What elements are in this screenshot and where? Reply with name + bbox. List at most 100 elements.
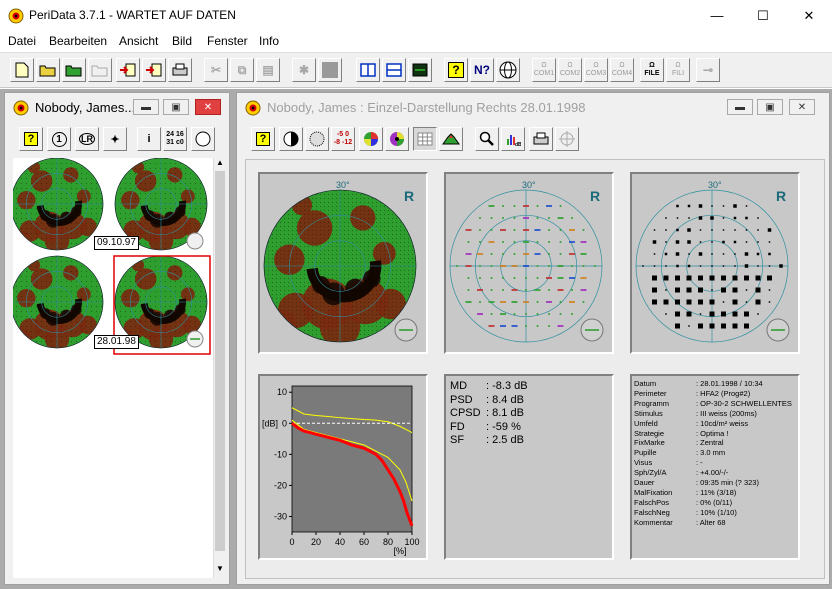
value-dot — [559, 301, 562, 303]
single-view-close-button[interactable]: ✕ — [789, 99, 815, 115]
probability-symbol — [711, 253, 713, 255]
key-icon[interactable]: ⊸ — [696, 58, 720, 82]
overview-maximize-button[interactable]: ▣ — [163, 99, 189, 115]
single-view-titlebar[interactable]: Nobody, James : Einzel-Darstellung Recht… — [237, 93, 829, 123]
cut-icon[interactable]: ✂ — [204, 58, 228, 82]
scrollbar[interactable]: ▲ ▼ — [213, 158, 225, 578]
hill-icon[interactable] — [439, 127, 463, 151]
help-icon[interactable]: ? — [444, 58, 468, 82]
tile-horizontal-icon[interactable] — [382, 58, 406, 82]
scroll-down-arrow-icon[interactable]: ▼ — [215, 564, 225, 576]
value-mark — [477, 313, 483, 315]
scrollbar-thumb[interactable] — [215, 171, 225, 551]
probability-symbol — [686, 275, 692, 281]
print-icon[interactable] — [529, 127, 553, 151]
com2-icon[interactable]: Ω COM2 — [558, 58, 582, 82]
menu-datei[interactable]: Datei — [8, 34, 36, 48]
probability-symbol — [732, 275, 738, 281]
field-values-plot — [449, 189, 604, 343]
menu-ansicht[interactable]: Ansicht — [119, 34, 158, 48]
menu-fenster[interactable]: Fenster — [207, 34, 248, 48]
probability-symbol — [722, 265, 725, 267]
numbers-icon[interactable]: 24 16 31 c0 — [163, 127, 187, 151]
new-file-icon[interactable] — [10, 58, 34, 82]
help-icon[interactable]: ? — [251, 127, 275, 151]
open-green-folder-icon[interactable] — [62, 58, 86, 82]
scroll-up-arrow-icon[interactable]: ▲ — [215, 158, 225, 170]
overview-minimize-button[interactable]: ▬ — [133, 99, 159, 115]
menu-info[interactable]: Info — [259, 34, 279, 48]
export-icon[interactable] — [142, 58, 166, 82]
zoom-icon[interactable] — [475, 127, 499, 151]
probability-symbol — [732, 287, 738, 293]
value-dot — [536, 301, 539, 303]
com3-icon[interactable]: Ω COM3 — [584, 58, 608, 82]
menu-bild[interactable]: Bild — [172, 34, 192, 48]
value-dot — [548, 229, 550, 231]
values-icon[interactable]: -5 0 -8 -12 — [331, 127, 355, 151]
probability-symbol — [652, 275, 657, 281]
menu-bearbeiten[interactable]: Bearbeiten — [49, 34, 107, 48]
db-bar-icon[interactable]: dB — [501, 127, 525, 151]
value-dot — [490, 313, 493, 315]
half-circle-icon[interactable] — [279, 127, 303, 151]
fili-icon[interactable]: Ω FILI — [666, 58, 690, 82]
copy-icon[interactable]: ⧉ — [230, 58, 254, 82]
overview-window-titlebar[interactable]: Nobody, James... ▬ ▣ ✕ — [5, 93, 229, 123]
stop-icon[interactable] — [318, 58, 342, 82]
print-icon[interactable] — [168, 58, 192, 82]
value-dot — [490, 289, 493, 291]
color-wheel2-icon[interactable] — [385, 127, 409, 151]
probability-symbol — [698, 275, 703, 281]
com4-icon[interactable]: Ω COM4 — [610, 58, 634, 82]
l-r-icon[interactable]: LR — [75, 127, 99, 151]
defect-area — [14, 328, 31, 345]
crosshair-icon[interactable] — [555, 127, 579, 151]
value-mark — [488, 325, 495, 327]
value-mark — [557, 217, 564, 219]
open-disabled-icon[interactable] — [88, 58, 112, 82]
moon-icon[interactable] — [191, 127, 215, 151]
field-values-panel[interactable]: 30° R — [444, 172, 614, 354]
maximize-button[interactable]: ☐ — [740, 0, 786, 31]
value-dot — [571, 313, 573, 315]
dot-circle-icon[interactable] — [305, 127, 329, 151]
bebie-curve-panel[interactable]: 10 0 -10 -20 -30 0 20 40 60 80 100 [dB] [%] — [258, 374, 428, 560]
wand-icon[interactable]: ✦ — [103, 127, 127, 151]
info-key: MalFixation — [634, 487, 673, 497]
tile-vertical-icon[interactable] — [356, 58, 380, 82]
open-folder-icon[interactable] — [36, 58, 60, 82]
visual-field-list[interactable]: 09.10.97 28.01.98 — [13, 158, 213, 578]
single-view-maximize-button[interactable]: ▣ — [757, 99, 783, 115]
x-axis-label: [%] — [393, 546, 406, 556]
grid-icon[interactable] — [413, 127, 437, 151]
circle-1-icon[interactable]: 1 — [47, 127, 71, 151]
field-greyscale-panel[interactable]: 30° R — [258, 172, 428, 354]
value-dot — [594, 265, 596, 267]
minimize-button[interactable]: — — [694, 0, 740, 31]
info-icon[interactable]: i — [137, 127, 161, 151]
probability-symbol — [734, 265, 736, 267]
probability-symbol — [744, 275, 749, 281]
paste-icon[interactable]: ▤ — [256, 58, 280, 82]
color-wheel-icon[interactable] — [359, 127, 383, 151]
probability-symbol — [709, 311, 715, 317]
help-icon[interactable]: ? — [19, 127, 43, 151]
value-dot — [548, 289, 550, 291]
bug-icon[interactable]: ✱ — [292, 58, 316, 82]
value-mark — [580, 253, 587, 255]
file-icon[interactable]: Ω FILE — [640, 58, 664, 82]
whats-this-icon[interactable]: N? — [470, 58, 494, 82]
info-key: Dauer — [634, 478, 655, 487]
overview-close-button[interactable]: ✕ — [195, 99, 221, 115]
globe-icon[interactable] — [496, 58, 520, 82]
blindspot-marker-icon — [186, 232, 204, 250]
import-icon[interactable] — [116, 58, 140, 82]
monitor-icon[interactable] — [408, 58, 432, 82]
probability-symbol — [688, 325, 690, 327]
com1-icon[interactable]: Ω COM1 — [532, 58, 556, 82]
field-probability-panel[interactable]: 30° R — [630, 172, 800, 354]
close-button[interactable]: ✕ — [786, 0, 832, 31]
probability-symbol — [745, 241, 748, 243]
single-view-minimize-button[interactable]: ▬ — [727, 99, 753, 115]
